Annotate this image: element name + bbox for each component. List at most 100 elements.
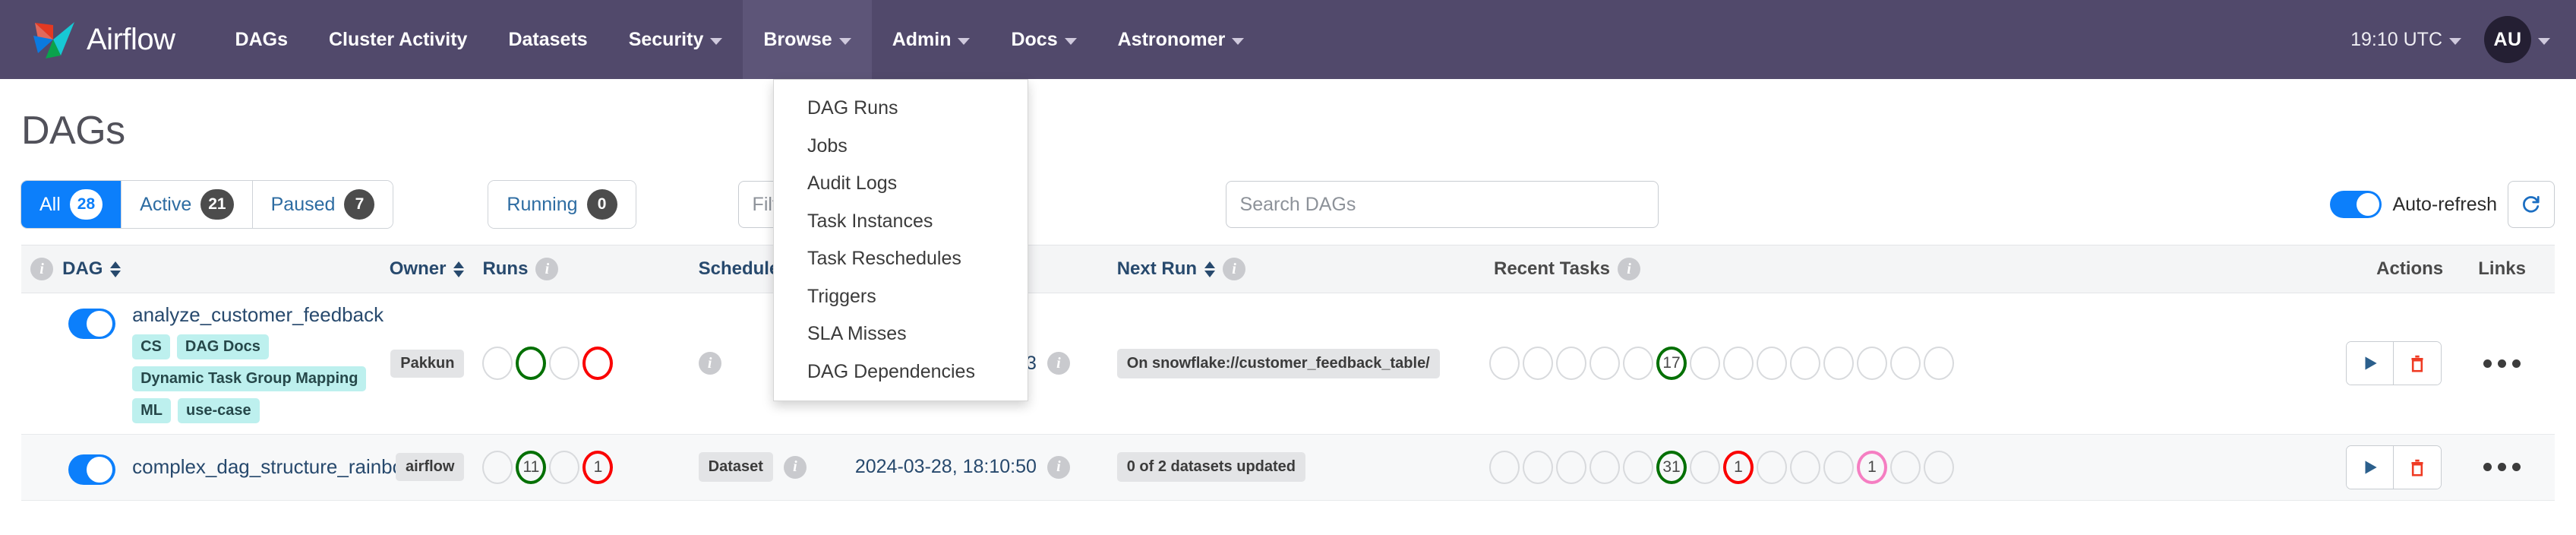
header-dag[interactable]: DAG [62,245,357,293]
table-body: analyze_customer_feedback CS DAG Docs Dy… [21,293,2555,501]
trigger-dag-button[interactable] [2347,446,2394,489]
nav-item-datasets[interactable]: Datasets [488,0,608,79]
info-icon[interactable]: i [1047,456,1070,479]
nav-item-cluster-activity[interactable]: Cluster Activity [308,0,488,79]
task-state-circle[interactable] [1790,347,1820,380]
search-input[interactable] [1226,181,1659,228]
task-state-circle[interactable] [1790,451,1820,484]
task-state-circle[interactable] [1890,451,1921,484]
task-state-circle[interactable] [1690,451,1720,484]
sort-icon[interactable] [453,261,464,277]
task-state-circle[interactable] [1757,347,1787,380]
info-icon[interactable]: i [699,352,721,375]
task-state-circle[interactable] [1757,451,1787,484]
trash-icon [2407,457,2427,478]
dag-tag[interactable]: use-case [178,398,260,423]
header-owner[interactable]: Owner [357,245,464,293]
nav-item-browse[interactable]: Browse [743,0,871,79]
run-state-circle[interactable]: 1 [582,451,613,484]
header-runs: Runs i [464,245,698,293]
auto-refresh-toggle[interactable] [2330,191,2382,218]
last-run-time[interactable]: 2024-03-28, 18:10:50 [855,456,1037,478]
task-state-circle[interactable]: 1 [1857,451,1887,484]
nav-item-security[interactable]: Security [608,0,743,79]
task-state-circle[interactable] [1623,451,1653,484]
dag-tag[interactable]: Dynamic Task Group Mapping [132,366,366,391]
task-state-circle[interactable] [1924,347,1954,380]
task-state-circle[interactable] [1723,347,1754,380]
task-state-circle[interactable] [1890,347,1921,380]
task-state-circle[interactable] [1489,347,1520,380]
nav-item-label: Astronomer [1118,29,1226,51]
run-state-circle[interactable] [549,347,579,380]
sort-icon[interactable] [1204,261,1215,277]
links-ellipsis-icon[interactable] [2476,455,2528,479]
dag-name-link[interactable]: complex_dag_structure_rainbow [132,456,418,478]
task-state-circle[interactable] [1556,347,1586,380]
menu-item-triggers[interactable]: Triggers [774,278,1028,316]
run-state-circle[interactable]: 11 [516,451,546,484]
menu-item-audit-logs[interactable]: Audit Logs [774,165,1028,203]
actions-cell [2280,434,2449,500]
task-state-circle[interactable] [1857,347,1887,380]
menu-item-task-instances[interactable]: Task Instances [774,203,1028,241]
dag-pause-toggle[interactable] [68,454,115,485]
info-icon[interactable]: i [1047,352,1070,375]
filter-running-button[interactable]: Running 0 [488,181,635,228]
sort-icon[interactable] [110,261,121,277]
delete-dag-button[interactable] [2394,342,2441,385]
timezone-selector[interactable]: 19:10 UTC [2350,29,2461,51]
menu-item-task-reschedules[interactable]: Task Reschedules [774,240,1028,278]
filter-paused-button[interactable]: Paused 7 [253,181,393,228]
task-state-circle[interactable] [1823,347,1854,380]
dag-tag[interactable]: CS [132,334,170,359]
info-icon[interactable]: i [30,258,53,280]
task-state-circle[interactable] [1523,347,1553,380]
brand-logo-link[interactable]: Airflow [30,16,175,63]
task-state-circle[interactable] [1556,451,1586,484]
task-state-circle[interactable]: 17 [1656,347,1687,380]
nav-item-dags[interactable]: DAGs [215,0,308,79]
refresh-button[interactable] [2508,181,2555,228]
menu-item-dag-dependencies[interactable]: DAG Dependencies [774,353,1028,391]
run-state-circle[interactable] [516,347,546,380]
task-state-circle[interactable] [1690,347,1720,380]
dag-name-link[interactable]: analyze_customer_feedback [132,304,384,326]
delete-dag-button[interactable] [2394,446,2441,489]
task-state-circle[interactable] [1523,451,1553,484]
dag-tag[interactable]: DAG Docs [177,334,269,359]
run-state-circle[interactable] [582,347,613,380]
info-icon[interactable]: i [1618,258,1640,280]
header-next-run[interactable]: Next Run i [1110,245,1476,293]
dag-pause-toggle[interactable] [68,309,115,339]
menu-item-jobs[interactable]: Jobs [774,128,1028,166]
filter-all-button[interactable]: All 28 [21,181,122,228]
task-state-circle[interactable]: 1 [1723,451,1754,484]
run-state-circle[interactable] [482,347,513,380]
task-state-circle[interactable] [1823,451,1854,484]
nav-item-docs[interactable]: Docs [990,0,1097,79]
run-state-circle[interactable] [549,451,579,484]
links-ellipsis-icon[interactable] [2476,352,2528,375]
filter-active-button[interactable]: Active 21 [122,181,252,228]
user-menu[interactable]: AU [2484,16,2550,63]
task-state-circle[interactable] [1589,451,1620,484]
run-state-circle[interactable] [482,451,513,484]
task-state-circle[interactable] [1924,451,1954,484]
task-state-circle[interactable] [1489,451,1520,484]
info-icon[interactable]: i [784,456,807,479]
dag-tags: CS DAG Docs Dynamic Task Group Mapping M… [132,334,384,423]
last-run-cell: 2024-03-28, 18:10:50 i [841,434,1110,500]
info-icon[interactable]: i [1223,258,1245,280]
menu-item-sla-misses[interactable]: SLA Misses [774,315,1028,353]
menu-item-dag-runs[interactable]: DAG Runs [774,90,1028,128]
task-state-circle[interactable] [1589,347,1620,380]
nav-item-admin[interactable]: Admin [872,0,991,79]
task-state-circle[interactable]: 31 [1656,451,1687,484]
info-icon[interactable]: i [535,258,558,280]
toggle-knob [2357,193,2379,216]
dag-tag[interactable]: ML [132,398,171,423]
nav-item-astronomer[interactable]: Astronomer [1097,0,1265,79]
task-state-circle[interactable] [1623,347,1653,380]
trigger-dag-button[interactable] [2347,342,2394,385]
